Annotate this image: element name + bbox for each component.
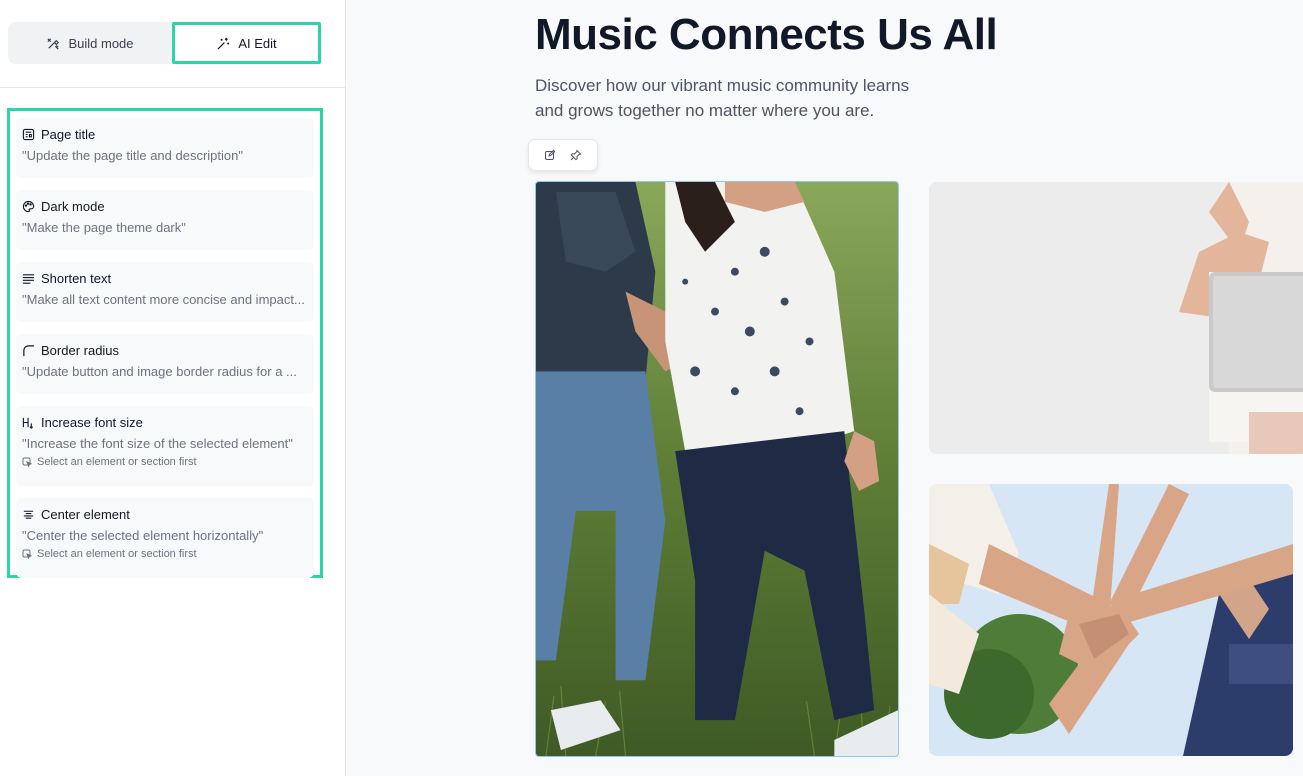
action-description: "Make the page theme dark" bbox=[22, 220, 186, 235]
element-toolbar bbox=[528, 139, 598, 171]
select-element-icon bbox=[22, 549, 32, 559]
action-shorten-text[interactable]: Shorten text "Make all text content more… bbox=[16, 262, 314, 322]
action-title: Center element bbox=[41, 506, 130, 522]
layout-icon bbox=[22, 128, 35, 140]
pin-icon[interactable] bbox=[570, 149, 582, 161]
action-hint: Select an element or section first bbox=[22, 548, 308, 560]
hero-subtitle[interactable]: Discover how our vibrant music community… bbox=[535, 73, 935, 123]
action-description: "Update the page title and description" bbox=[22, 148, 243, 163]
action-hint: Select an element or section first bbox=[22, 456, 308, 468]
ai-actions-list: Page title "Update the page title and de… bbox=[7, 108, 323, 578]
hero-title[interactable]: Music Connects Us All bbox=[535, 10, 998, 60]
sidebar: Build mode AI Edit Page title "Update th… bbox=[0, 0, 346, 776]
action-title: Shorten text bbox=[41, 270, 112, 286]
palette-icon bbox=[22, 200, 35, 212]
page-preview-canvas: Music Connects Us All Discover how our v… bbox=[347, 0, 1303, 776]
photo-walking-couple[interactable] bbox=[535, 181, 899, 757]
ai-edit-button[interactable]: AI Edit bbox=[172, 22, 321, 64]
build-mode-label: Build mode bbox=[68, 35, 134, 51]
action-center-element[interactable]: Center element "Center the selected elem… bbox=[16, 498, 314, 578]
corner-radius-icon bbox=[23, 344, 35, 356]
align-center-icon bbox=[23, 510, 34, 519]
edit-icon[interactable] bbox=[544, 149, 556, 161]
build-mode-button[interactable]: Build mode bbox=[8, 22, 172, 64]
ai-edit-label: AI Edit bbox=[238, 35, 277, 51]
action-dark-mode[interactable]: Dark mode "Make the page theme dark" bbox=[16, 190, 314, 250]
action-page-title[interactable]: Page title "Update the page title and de… bbox=[16, 118, 314, 178]
action-title: Dark mode bbox=[41, 198, 105, 214]
text-lines-icon bbox=[22, 273, 35, 284]
heading-size-icon bbox=[22, 417, 34, 429]
action-border-radius[interactable]: Border radius "Update button and image b… bbox=[16, 334, 314, 394]
action-hint-text: Select an element or section first bbox=[37, 456, 197, 468]
action-increase-font-size[interactable]: Increase font size "Increase the font si… bbox=[16, 406, 314, 486]
action-title: Border radius bbox=[41, 342, 120, 358]
photo-laptop-person[interactable] bbox=[929, 182, 1303, 454]
action-title: Page title bbox=[41, 126, 96, 142]
app-window: Build mode AI Edit Page title "Update th… bbox=[0, 0, 1303, 776]
photo-stacked-hands[interactable] bbox=[929, 484, 1293, 756]
sidebar-divider bbox=[0, 87, 346, 88]
action-hint-text: Select an element or section first bbox=[37, 548, 197, 560]
action-description: "Update button and image border radius f… bbox=[22, 364, 297, 379]
action-description: "Center the selected element horizontall… bbox=[22, 528, 264, 543]
sparkle-wand-icon bbox=[217, 37, 230, 50]
mode-toggle: Build mode AI Edit bbox=[8, 22, 321, 64]
action-description: "Make all text content more concise and … bbox=[22, 292, 305, 307]
select-element-icon bbox=[22, 457, 32, 467]
tools-icon bbox=[47, 37, 60, 50]
action-title: Increase font size bbox=[41, 414, 143, 430]
action-description: "Increase the font size of the selected … bbox=[22, 436, 293, 451]
